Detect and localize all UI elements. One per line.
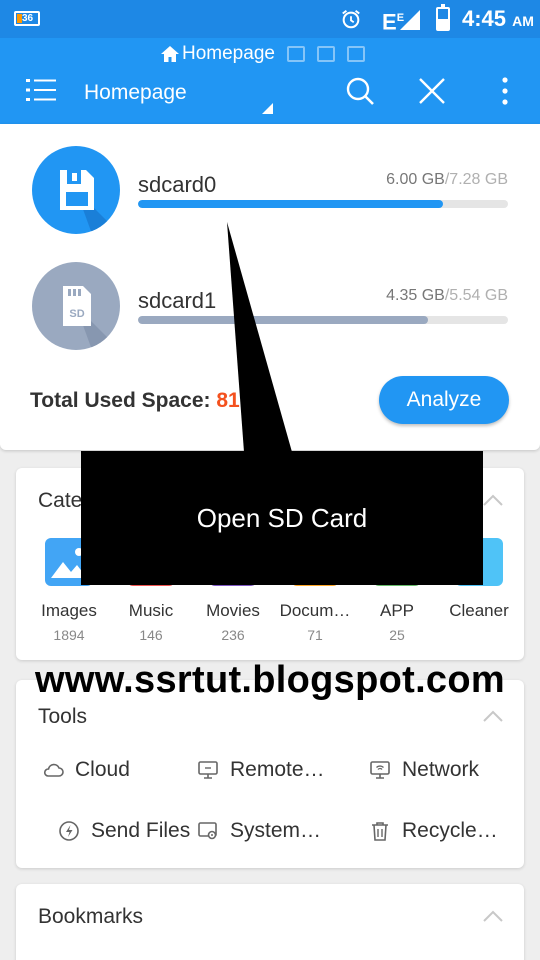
- battery-indicator-icon: 36: [14, 11, 40, 26]
- category-count: 1894: [53, 627, 85, 643]
- analyze-button[interactable]: Analyze: [379, 376, 509, 424]
- category-label: Images: [41, 601, 97, 620]
- monitor-icon: [198, 761, 218, 779]
- page-title[interactable]: Homepage: [84, 80, 187, 106]
- tool-system[interactable]: System…: [197, 816, 321, 846]
- app-bar: Homepage Homepage: [0, 38, 540, 124]
- signal-strength-icon: [400, 10, 420, 30]
- svg-text:SD: SD: [69, 308, 84, 320]
- category-label: Cleaner: [449, 601, 509, 620]
- bookmarks-section: Bookmarks: [16, 884, 524, 960]
- battery-small-label: 36: [22, 13, 34, 24]
- tool-network[interactable]: Network: [369, 755, 479, 785]
- tools-section: Tools Cloud Remote… Network Send Files S…: [16, 680, 524, 868]
- category-count: 236: [221, 627, 245, 643]
- category-count: 146: [139, 627, 163, 643]
- category-label: APP: [379, 601, 415, 620]
- battery-charging-icon: [436, 4, 450, 31]
- sd-usage-bar: [138, 316, 508, 324]
- more-options-icon[interactable]: [490, 76, 520, 106]
- system-icon: [198, 822, 217, 840]
- alarm-icon: [342, 9, 360, 29]
- breadcrumb-home-label: Homepage: [182, 43, 275, 64]
- status-bar: 36 EE 4:45 AM: [0, 0, 540, 38]
- sd-size: 4.35 GB/5.54 GB: [386, 287, 508, 304]
- storage-card: sdcard0 6.00 GB/7.28 GB SD sdcard1 4.35 …: [0, 124, 540, 450]
- home-icon: [161, 46, 179, 62]
- breadcrumb-home[interactable]: Homepage: [160, 43, 275, 65]
- sd-row-sdcard0[interactable]: sdcard0 6.00 GB/7.28 GB: [0, 146, 540, 238]
- category-label: Movies: [206, 601, 260, 620]
- cloud-icon: [43, 763, 64, 777]
- send-icon: [59, 821, 79, 841]
- clock: 4:45 AM: [462, 6, 534, 31]
- sd-card-icon: SD: [32, 262, 120, 350]
- category-count: 71: [307, 627, 323, 643]
- tool-label: Remote…: [230, 758, 325, 781]
- tool-label: System…: [230, 819, 322, 842]
- tool-recycle[interactable]: Recycle…: [369, 816, 498, 846]
- sd-usage-bar: [138, 200, 508, 208]
- sd-usage-fill: [138, 316, 429, 324]
- tooltip-text: Open SD Card: [196, 502, 368, 533]
- close-icon[interactable]: [417, 76, 447, 106]
- sd-row-sdcard1[interactable]: SD sdcard1 4.35 GB/5.54 GB: [0, 262, 540, 354]
- section-title: Cate: [38, 489, 83, 512]
- tool-label: Send Files: [91, 819, 191, 842]
- search-icon[interactable]: [345, 76, 375, 106]
- breadcrumb-tab-icon[interactable]: [346, 46, 365, 62]
- network-icon: [370, 761, 390, 779]
- section-title: Tools: [38, 705, 88, 728]
- tool-cloud[interactable]: Cloud: [42, 755, 130, 785]
- chevron-up-icon[interactable]: [482, 909, 504, 923]
- category-count: 25: [389, 627, 405, 643]
- watermark-text: www.ssrtut.blogspot.com: [35, 659, 505, 701]
- dropdown-corner-icon[interactable]: [262, 103, 273, 114]
- trash-icon: [372, 822, 388, 841]
- chevron-up-icon[interactable]: [482, 493, 504, 507]
- sd-size: 6.00 GB/7.28 GB: [386, 171, 508, 188]
- sd-name: sdcard1: [138, 288, 217, 313]
- section-title: Bookmarks: [38, 905, 144, 928]
- breadcrumb-tab-icon[interactable]: [316, 46, 335, 62]
- tool-label: Network: [402, 758, 480, 781]
- category-label: Docum…: [279, 601, 351, 620]
- breadcrumb: Homepage: [160, 42, 365, 66]
- tool-label: Recycle…: [402, 819, 498, 842]
- floppy-disk-icon: [32, 146, 120, 234]
- tool-label: Cloud: [75, 758, 130, 781]
- chevron-up-icon[interactable]: [482, 709, 504, 723]
- tooltip: Open SD Card: [81, 451, 483, 585]
- menu-icon[interactable]: [26, 78, 56, 102]
- total-used-space: Total Used Space: 81: [30, 389, 240, 412]
- category-label: Music: [128, 601, 174, 620]
- sd-usage-fill: [138, 200, 443, 208]
- tool-send-files[interactable]: Send Files: [58, 816, 190, 846]
- tool-remote[interactable]: Remote…: [197, 755, 325, 785]
- sd-name: sdcard0: [138, 172, 217, 197]
- breadcrumb-tab-icon[interactable]: [286, 46, 305, 62]
